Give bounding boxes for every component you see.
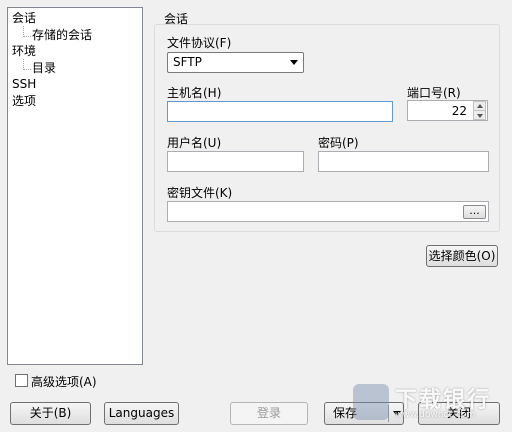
tree-item-stored-sessions[interactable]: 存储的会话: [32, 27, 92, 43]
about-button[interactable]: 关于(B): [10, 402, 91, 425]
login-button[interactable]: 登录: [230, 402, 308, 425]
tree-item-environment[interactable]: 环境: [12, 43, 36, 59]
arrow-down-icon: [477, 114, 483, 118]
tree-connector: [23, 36, 31, 37]
port-decrement-button[interactable]: [473, 110, 486, 120]
advanced-options-label: 高级选项(A): [31, 375, 97, 389]
tree-item-session[interactable]: 会话: [12, 10, 36, 26]
port-value: 22: [451, 104, 467, 118]
tree-item-directories[interactable]: 目录: [32, 60, 56, 76]
keyfile-label: 密钥文件(K): [167, 186, 233, 200]
arrow-up-icon: [477, 104, 483, 108]
host-input[interactable]: [167, 101, 393, 122]
port-label: 端口号(R): [407, 86, 461, 100]
password-input[interactable]: [318, 151, 489, 172]
keyfile-input[interactable]: [167, 201, 489, 222]
protocol-label: 文件协议(F): [167, 36, 232, 50]
protocol-select[interactable]: SFTP: [167, 52, 304, 73]
host-label: 主机名(H): [167, 86, 222, 100]
watermark-subtext: www.downcc.com: [395, 410, 476, 420]
languages-button[interactable]: Languages: [104, 402, 179, 425]
session-group-title: 会话: [164, 12, 189, 26]
session-tree[interactable]: 会话 存储的会话 环境 目录 SSH 选项: [7, 7, 143, 365]
browse-keyfile-button[interactable]: ...: [463, 205, 486, 219]
protocol-select-value: SFTP: [173, 55, 202, 69]
watermark: 下载银行 www.downcc.com: [353, 380, 503, 428]
tree-item-preferences[interactable]: 选项: [12, 93, 36, 109]
chevron-down-icon: [290, 60, 298, 65]
watermark-logo-icon: [353, 384, 389, 420]
select-color-button[interactable]: 选择颜色(O): [426, 245, 498, 267]
password-label: 密码(P): [318, 136, 359, 150]
tree-item-ssh[interactable]: SSH: [12, 76, 36, 92]
tree-connector: [23, 69, 31, 70]
username-label: 用户名(U): [167, 136, 222, 150]
port-stepper[interactable]: 22: [407, 100, 488, 121]
advanced-options-checkbox[interactable]: [15, 374, 28, 387]
username-input[interactable]: [167, 151, 304, 172]
